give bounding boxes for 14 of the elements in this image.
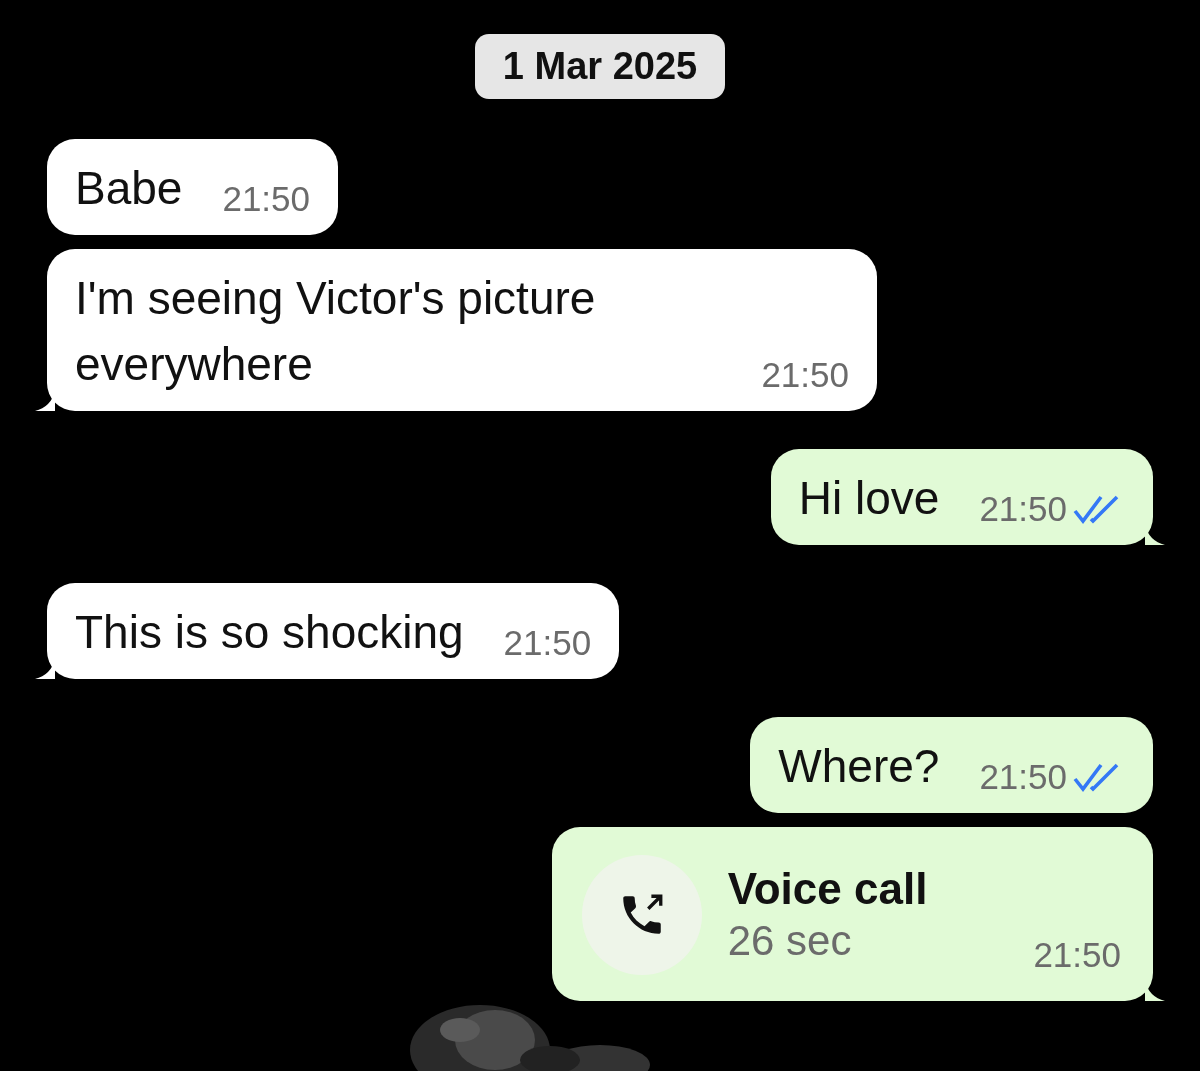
call-duration: 26 sec xyxy=(727,916,853,966)
call-title: Voice call xyxy=(727,863,928,915)
message-time: 21:50 xyxy=(979,750,1125,803)
message-time: 21:50 xyxy=(761,353,849,396)
message-text: Hi love xyxy=(798,471,940,526)
message-time: 21:50 xyxy=(222,177,311,220)
message-time: 21:50 xyxy=(979,482,1125,535)
message-text: This is so shocking xyxy=(75,605,464,660)
date-chip: 1 Mar 2025 xyxy=(474,34,726,99)
message-text: Where? xyxy=(778,739,940,794)
message-time: 21:50 xyxy=(503,621,592,664)
message-text: I'm seeing Victor's picture everywhere xyxy=(75,271,597,392)
message-time: 21:50 xyxy=(1033,933,1121,976)
message-text: Babe xyxy=(75,161,183,216)
